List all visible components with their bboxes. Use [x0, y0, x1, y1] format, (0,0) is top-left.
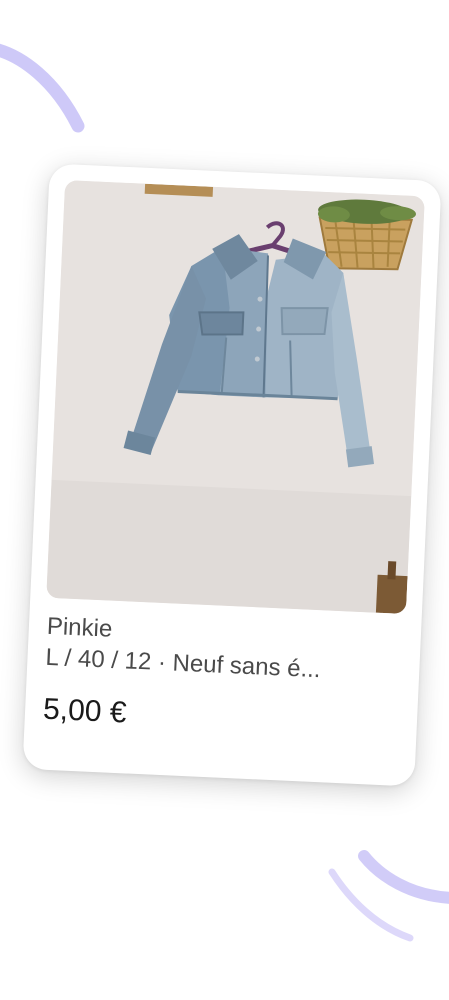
product-price: 5,00 €	[42, 692, 128, 730]
product-photo[interactable]	[46, 180, 425, 615]
product-card[interactable]: Pinkie L / 40 / 12 · Neuf sans é... 5,00…	[22, 163, 442, 787]
product-info: Pinkie L / 40 / 12 · Neuf sans é... 5,00…	[42, 612, 403, 744]
product-image	[46, 180, 425, 615]
decorative-swoosh-bottom-right	[328, 850, 449, 942]
decorative-swoosh-top-left	[0, 43, 85, 133]
